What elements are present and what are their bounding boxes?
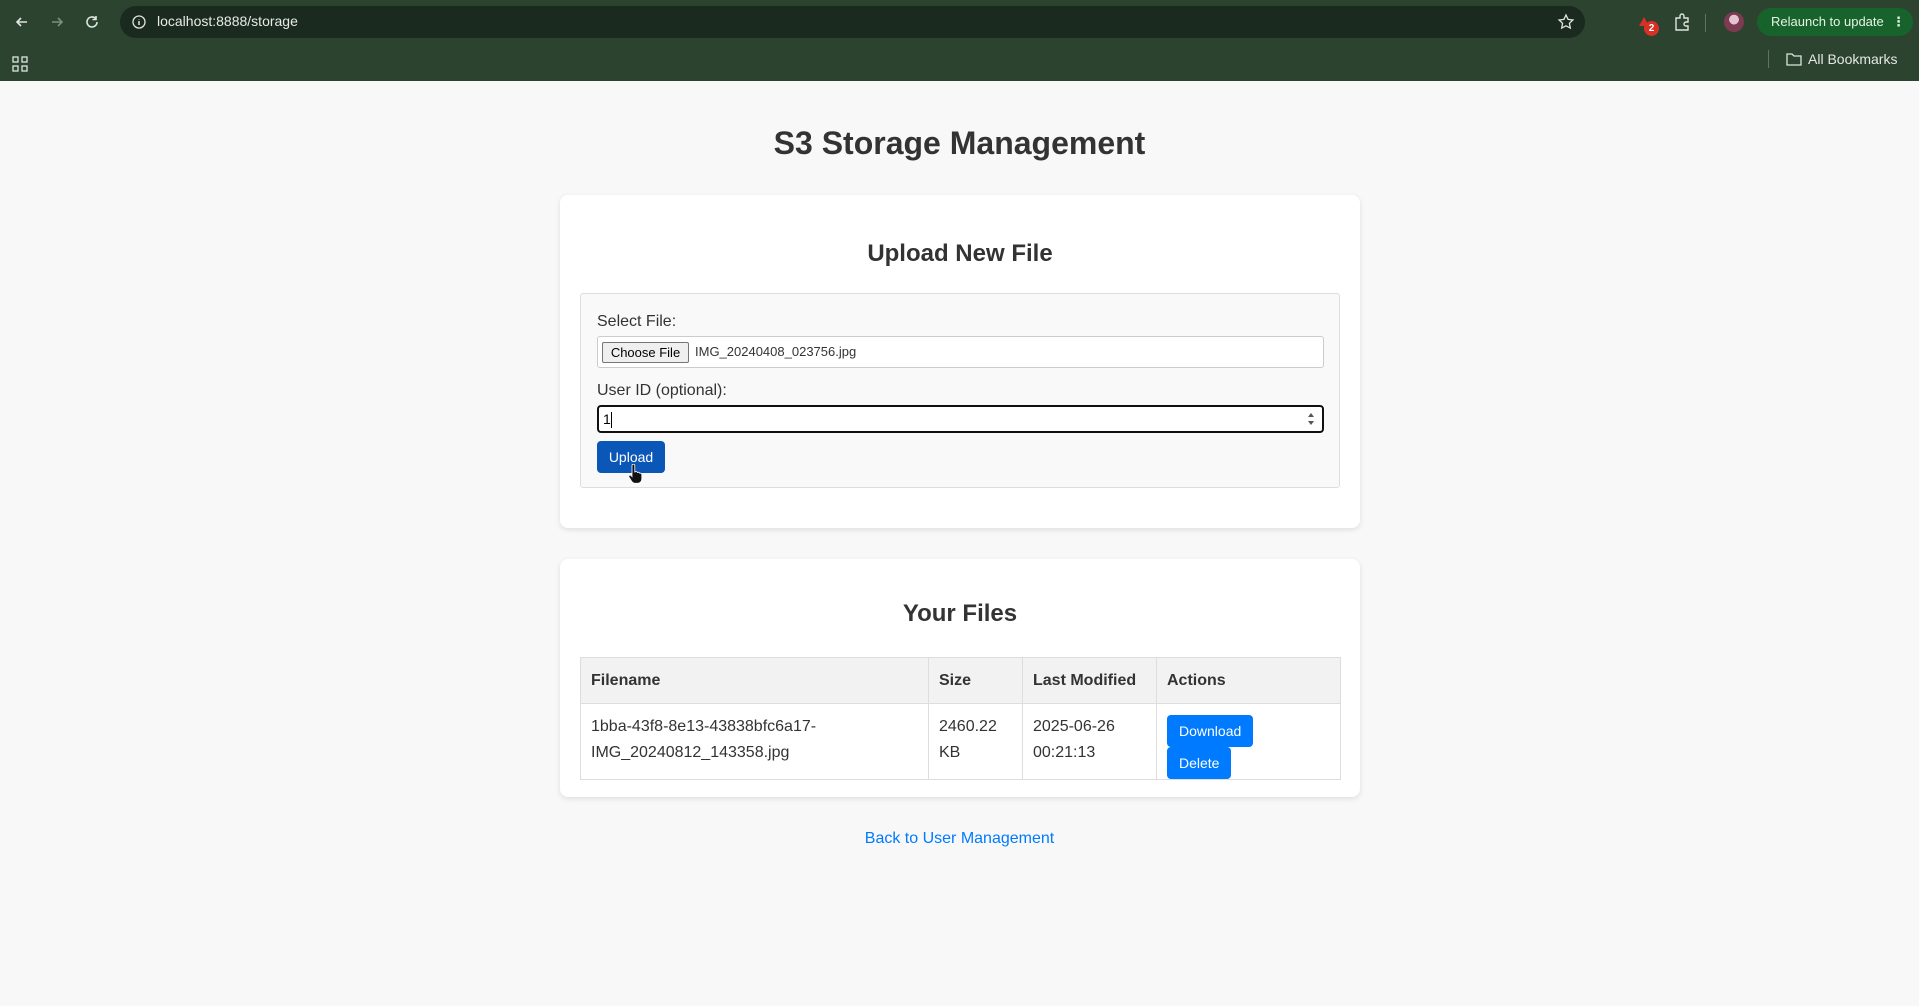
text-caret: [611, 412, 612, 428]
table-row: 1bba-43f8-8e13-43838bfc6a17- IMG_2024081…: [580, 703, 1341, 780]
browser-chrome: localhost:8888/storage 2 Relaunch to upd…: [0, 0, 1919, 81]
modified-date: 2025-06-26: [1033, 718, 1115, 735]
modified-time: 00:21:13: [1033, 744, 1096, 761]
cell-filename: 1bba-43f8-8e13-43838bfc6a17- IMG_2024081…: [580, 703, 929, 780]
user-id-label: User ID (optional):: [597, 382, 727, 399]
extensions-puzzle-icon[interactable]: [1672, 12, 1692, 32]
browser-toolbar: localhost:8888/storage 2 Relaunch to upd…: [0, 0, 1919, 45]
column-header-filename: Filename: [580, 657, 929, 704]
all-bookmarks-label: All Bookmarks: [1808, 51, 1898, 67]
choose-file-button[interactable]: Choose File: [602, 342, 689, 363]
number-spinner-icon[interactable]: [1306, 410, 1316, 428]
select-file-label: Select File:: [597, 313, 677, 330]
site-info-icon[interactable]: [131, 14, 147, 30]
cell-last-modified: 2025-06-26 00:21:13: [1022, 703, 1157, 780]
files-table: Filename Size Last Modified Actions 1bba…: [580, 657, 1341, 780]
upload-heading: Upload New File: [867, 240, 1053, 267]
column-header-size: Size: [928, 657, 1023, 704]
size-value: 2460.22: [939, 718, 997, 735]
files-card: Your Files Filename Size Last Modified A…: [560, 559, 1360, 797]
column-header-actions: Actions: [1156, 657, 1341, 704]
url-text[interactable]: localhost:8888/storage: [157, 13, 298, 29]
more-menu-icon[interactable]: ⋮: [1892, 8, 1905, 36]
selected-file-name: IMG_20240408_023756.jpg: [695, 344, 857, 359]
extension-badge: 2: [1644, 21, 1659, 36]
download-button[interactable]: Download: [1167, 715, 1254, 747]
bookmark-star-icon[interactable]: [1557, 13, 1575, 31]
address-bar[interactable]: localhost:8888/storage: [120, 6, 1585, 38]
apps-grid-icon[interactable]: [12, 56, 28, 72]
cell-size: 2460.22 KB: [928, 703, 1023, 780]
profile-avatar[interactable]: [1724, 12, 1744, 32]
file-input[interactable]: Choose File IMG_20240408_023756.jpg: [597, 336, 1324, 368]
back-to-user-management-link[interactable]: Back to User Management: [0, 830, 1919, 848]
reload-icon[interactable]: [80, 10, 104, 34]
relaunch-label: Relaunch to update: [1771, 14, 1884, 29]
upload-form: Select File: Choose File IMG_20240408_02…: [580, 293, 1340, 488]
forward-icon[interactable]: [45, 10, 69, 34]
upload-card: Upload New File Select File: Choose File…: [560, 195, 1360, 528]
relaunch-button[interactable]: Relaunch to update ⋮: [1757, 8, 1913, 36]
user-id-input[interactable]: 1: [597, 405, 1324, 433]
filename-line: IMG_20240812_143358.jpg: [591, 744, 790, 761]
user-id-value: 1: [603, 411, 611, 427]
delete-button[interactable]: Delete: [1167, 747, 1232, 779]
hand-pointer-cursor-icon: [628, 464, 642, 484]
folder-icon: [1786, 53, 1802, 66]
back-icon[interactable]: [10, 10, 34, 34]
bookmarks-divider: [1768, 50, 1769, 68]
filename-line: 1bba-43f8-8e13-43838bfc6a17-: [591, 718, 817, 735]
size-unit: KB: [939, 744, 961, 761]
all-bookmarks-button[interactable]: All Bookmarks: [1786, 51, 1897, 67]
files-heading: Your Files: [902, 600, 1018, 627]
column-header-last-modified: Last Modified: [1022, 657, 1157, 704]
table-header-row: Filename Size Last Modified Actions: [580, 657, 1341, 704]
bookmarks-bar: [0, 45, 1919, 81]
toolbar-divider: [1705, 14, 1706, 32]
page-title: S3 Storage Management: [773, 125, 1146, 161]
cell-actions: DownloadDelete: [1156, 703, 1341, 780]
